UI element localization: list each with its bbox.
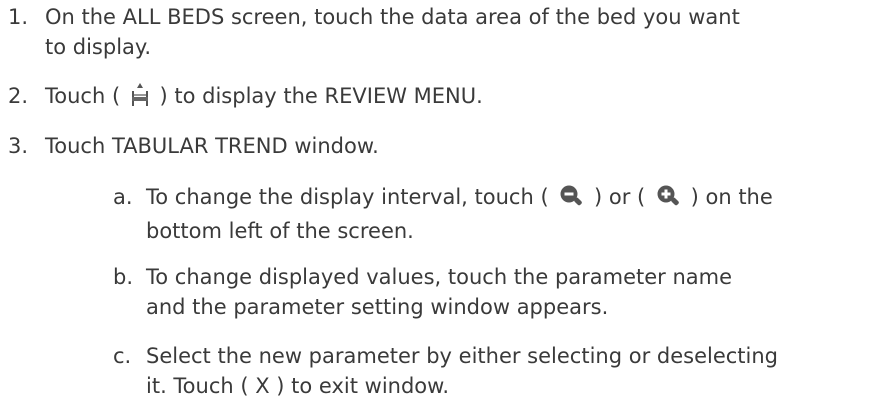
step-line: to display.: [45, 35, 152, 59]
step-text-after: ) to display the REVIEW MENU.: [159, 84, 483, 108]
step-number: 1.: [8, 5, 29, 29]
step-text: On the ALL BEDS screen, touch the data a…: [45, 2, 865, 62]
step-line: On the ALL BEDS screen, touch the data a…: [45, 5, 740, 29]
step-text-before: Touch (: [45, 84, 121, 108]
zoom-out-icon: [559, 184, 583, 216]
step-number: 3.: [8, 134, 29, 158]
step-text: Touch ( ) to display the REVIEW MENU.: [45, 81, 865, 115]
substep-line: and the parameter setting window appears…: [146, 295, 609, 319]
substep-letter: a.: [113, 185, 133, 209]
substep-line: Select the new parameter by either selec…: [146, 344, 778, 368]
substep-text-middle: ) or (: [594, 185, 646, 209]
substep-letter: b.: [113, 265, 134, 289]
step-text: Touch TABULAR TREND window.: [45, 134, 379, 158]
bed-review-icon: [131, 83, 149, 115]
substep-line: To change the display interval, touch ( …: [146, 182, 866, 216]
substep-line: it. Touch ( X ) to exit window.: [146, 374, 450, 398]
zoom-in-icon: [656, 184, 680, 216]
substep-letter: c.: [113, 344, 132, 368]
substep-text: To change the display interval, touch ( …: [146, 182, 866, 246]
substep-text: Select the new parameter by either selec…: [146, 341, 866, 401]
substep-text: To change displayed values, touch the pa…: [146, 262, 866, 322]
substep-text-before: To change the display interval, touch (: [146, 185, 549, 209]
substep-text-after: ) on the: [690, 185, 773, 209]
step-number: 2.: [8, 84, 29, 108]
substep-line: bottom left of the screen.: [146, 219, 414, 243]
substep-line: To change displayed values, touch the pa…: [146, 265, 733, 289]
